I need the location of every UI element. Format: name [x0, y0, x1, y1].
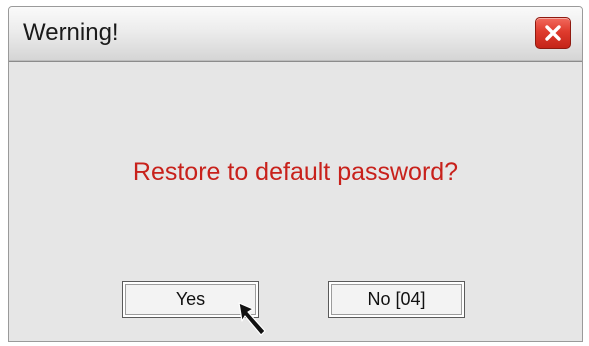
no-button[interactable]: No [04] [328, 281, 465, 318]
close-x-icon [545, 25, 561, 41]
close-button[interactable] [535, 17, 571, 49]
warning-dialog: Werning! Restore to default password? Ye… [8, 6, 583, 342]
dialog-titlebar: Werning! [9, 7, 582, 62]
dialog-message: Restore to default password? [132, 158, 459, 186]
dialog-title: Werning! [23, 19, 119, 46]
mouse-pointer-icon [238, 302, 266, 336]
